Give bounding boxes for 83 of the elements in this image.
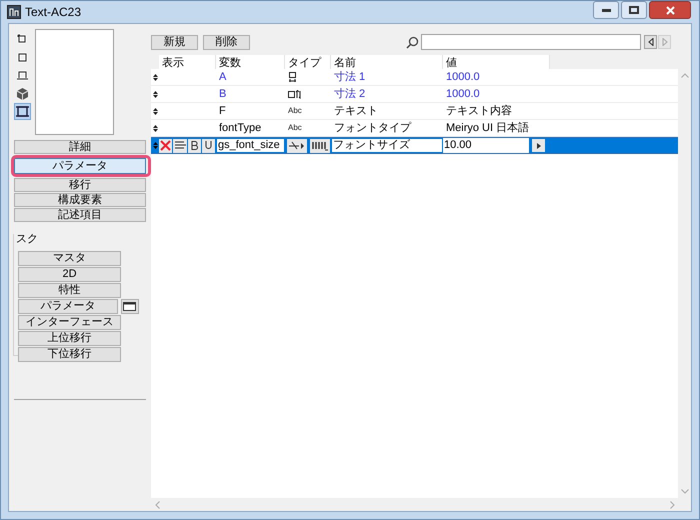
previous-button[interactable] <box>644 35 657 49</box>
length-icon <box>288 72 297 82</box>
table-cell-text: テキスト内容 <box>445 104 513 119</box>
text-align-icon <box>174 141 186 150</box>
table-cell-text: A <box>218 70 228 85</box>
value-field[interactable]: 10.00 <box>443 138 529 153</box>
script-button[interactable]: マスタ <box>18 251 121 266</box>
script-button[interactable]: 下位移行 <box>18 347 121 362</box>
table-cell-text: フォントタイプ <box>333 120 412 136</box>
scroll-left-icon <box>155 500 160 508</box>
length-icon <box>288 90 302 98</box>
table-row[interactable]: B 寸法 2 1000.0 <box>151 86 678 103</box>
name-field[interactable]: フォントサイズ <box>331 138 443 153</box>
measure-icon <box>289 141 305 150</box>
script-button[interactable]: インターフェース <box>18 315 121 330</box>
table-cell-text: 1000.0 <box>445 86 481 102</box>
cube-icon <box>14 86 30 101</box>
delete-button[interactable] <box>159 138 172 152</box>
table-row[interactable]: F Abc テキスト テキスト内容 <box>151 103 678 120</box>
page-button[interactable]: 詳細 <box>14 140 146 154</box>
column-header[interactable]: タイプ <box>285 55 331 69</box>
drag-handle-icon <box>152 90 158 98</box>
scroll-up-icon <box>680 73 688 78</box>
column-header[interactable]: 表示 <box>159 55 216 69</box>
maximize-button[interactable] <box>621 1 647 19</box>
search-field[interactable] <box>421 34 641 50</box>
page-button[interactable]: 構成要素 <box>14 193 146 207</box>
scroll-right-icon <box>670 500 675 508</box>
section-icon <box>14 104 30 119</box>
minimize-button[interactable] <box>593 1 619 19</box>
type-button[interactable] <box>287 138 307 152</box>
grid-button[interactable] <box>310 138 330 152</box>
maximize-icon <box>629 6 639 14</box>
bold-icon <box>191 141 198 150</box>
table-row[interactable]: A 寸法 1 1000.0 <box>151 69 678 86</box>
script-button[interactable]: パラメータ <box>18 299 118 314</box>
window-title: Text-AC23 <box>25 4 82 21</box>
script-button[interactable]: 2D <box>18 267 121 282</box>
column-header[interactable]: 名前 <box>331 55 443 69</box>
column-header[interactable]: 変数 <box>216 55 285 69</box>
toolbar-button[interactable]: 削除 <box>203 34 250 50</box>
minimize-icon <box>602 8 610 12</box>
toolbar-button[interactable]: 新規 <box>151 34 198 50</box>
section-view-button[interactable] <box>14 103 30 120</box>
table-cell-text: テキスト <box>333 104 379 119</box>
app-icon <box>7 5 21 19</box>
grid-icon <box>312 140 328 150</box>
close-button[interactable] <box>649 1 691 19</box>
group-title: スク <box>16 233 38 245</box>
close-icon <box>666 6 674 14</box>
table-cell-text: 1000.0 <box>445 70 481 85</box>
window-button[interactable] <box>120 299 139 314</box>
underline-button[interactable] <box>202 138 215 152</box>
table-cell-text: B <box>218 86 228 102</box>
page-button[interactable]: 記述項目 <box>14 208 146 222</box>
underline-icon <box>205 141 212 150</box>
close-icon <box>160 140 171 151</box>
expand-button[interactable] <box>532 139 545 152</box>
table-cell-text: F <box>218 104 227 119</box>
column-header[interactable]: 値 <box>443 55 550 69</box>
right-arrow-icon <box>536 142 540 148</box>
bold-button[interactable] <box>188 138 201 152</box>
search-icon <box>406 36 419 48</box>
table-row[interactable]: gs_font_size フォントサイズ 10.00 <box>151 137 678 154</box>
page-button[interactable]: 移行 <box>14 178 146 192</box>
page-button[interactable]: パラメータ <box>14 158 146 174</box>
type-label: Abc <box>288 105 302 117</box>
script-button[interactable]: 特性 <box>18 283 121 298</box>
scroll-down-icon <box>680 489 688 494</box>
drag-handle-icon <box>152 106 158 116</box>
variable-field[interactable]: gs_font_size <box>216 138 285 153</box>
left-arrow-icon <box>648 38 654 46</box>
script-button[interactable]: 上位移行 <box>18 331 121 346</box>
table-cell-text: fontType <box>218 120 262 136</box>
drag-handle-icon <box>152 72 158 82</box>
table-cell-text: Meiryo UI 日本語 <box>445 120 530 136</box>
type-label: Abc <box>288 122 302 134</box>
right-arrow-icon <box>662 38 668 46</box>
align-button[interactable] <box>173 138 187 152</box>
window-icon <box>123 302 136 311</box>
drag-handle-icon <box>152 124 158 132</box>
table-cell-text: 寸法 2 <box>333 86 366 102</box>
table-cell-text: 寸法 1 <box>333 70 366 85</box>
